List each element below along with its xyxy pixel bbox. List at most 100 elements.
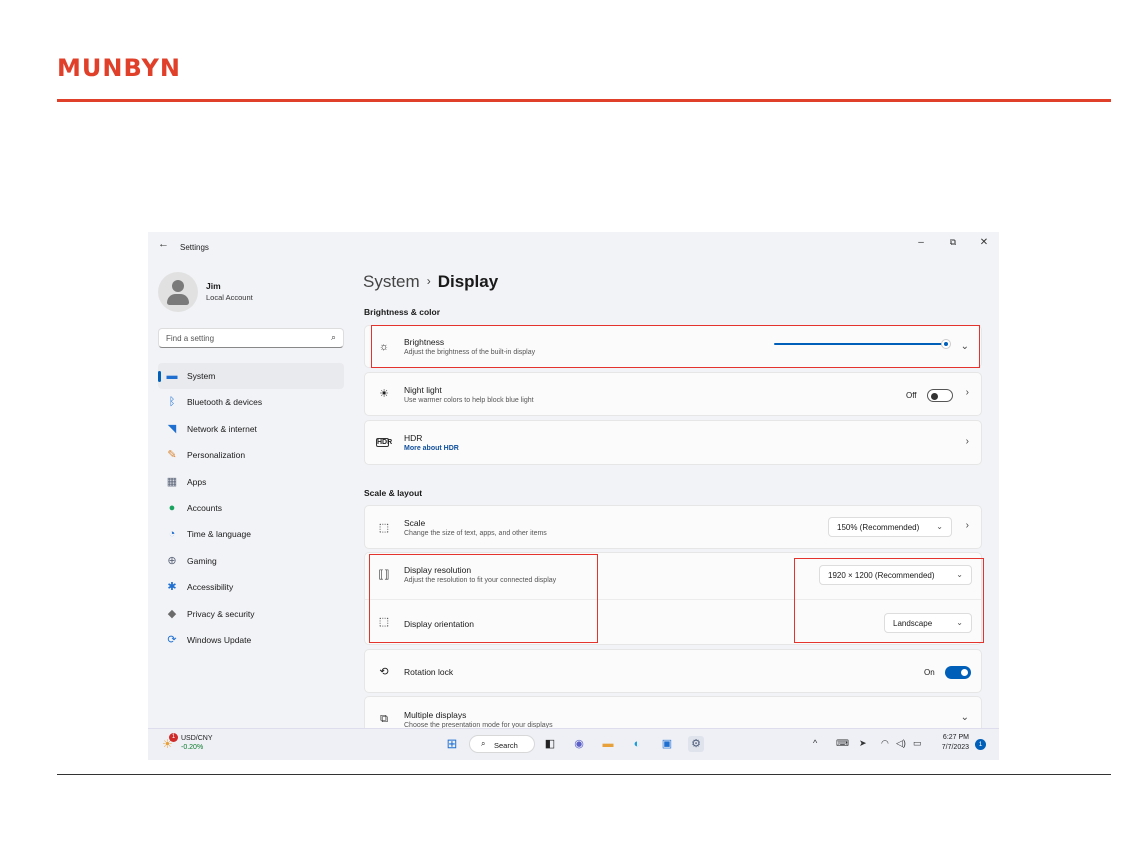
gamepad-icon: ⊕ (167, 554, 177, 567)
sidebar-item-label: Accounts (187, 502, 222, 513)
breadcrumb-separator: › (426, 274, 431, 288)
edge-icon[interactable]: ◐ (629, 736, 645, 752)
settings-screenshot: ← Settings – ⧉ ✕ Jim Local Account Find … (148, 232, 999, 760)
chevron-right-icon[interactable]: › (966, 387, 969, 398)
battery-icon[interactable]: ▭ (913, 738, 922, 749)
brush-icon: ✎ (167, 449, 177, 462)
sidebar-item-label: Windows Update (187, 634, 252, 645)
clock-date[interactable]: 7/7/2023 (927, 744, 969, 751)
taskbar: ☀ 1 USD/CNY -0.20% ⊞ ⌕ Search ◧ ◉ ▬ ◐ ▣ … (148, 728, 999, 760)
widget-ticker[interactable]: USD/CNY (181, 735, 213, 742)
sidebar-item-label: Gaming (187, 555, 217, 566)
more-about-hdr-link[interactable]: More about HDR (404, 445, 459, 452)
section-brightness-color: Brightness & color (364, 307, 441, 317)
sidebar-item-apps[interactable]: ▦ Apps (158, 469, 344, 495)
rotation-lock-toggle[interactable] (945, 666, 971, 679)
orientation-dropdown[interactable]: Landscape ⌄ (884, 613, 972, 633)
sidebar-item-label: Privacy & security (187, 608, 255, 619)
chevron-down-icon: ⌄ (956, 618, 963, 627)
file-explorer-icon[interactable]: ▬ (600, 736, 616, 752)
chevron-down-icon[interactable]: ⌄ (961, 712, 969, 723)
bluetooth-icon: ᛒ (168, 396, 176, 409)
sidebar-item-accessibility[interactable]: ✱ Accessibility (158, 574, 344, 600)
scale-dropdown[interactable]: 150% (Recommended) ⌄ (828, 517, 952, 537)
chevron-right-icon[interactable]: › (966, 520, 969, 531)
sidebar-item-personalization[interactable]: ✎ Personalization (158, 442, 344, 468)
send-icon[interactable]: ➤ (859, 738, 867, 749)
sidebar-item-bluetooth[interactable]: ᛒ Bluetooth & devices (158, 389, 344, 415)
brightness-card: ☼ Brightness Adjust the brightness of th… (364, 325, 982, 368)
arrow-left-icon[interactable]: ← (158, 238, 169, 250)
sidebar-item-windows-update[interactable]: ⟳ Windows Update (158, 627, 344, 653)
sidebar-item-system[interactable]: ▬ System (158, 363, 344, 390)
sidebar-item-label: Personalization (187, 450, 246, 461)
multiple-displays-icon: ⧉ (380, 713, 388, 725)
night-light-toggle[interactable] (927, 389, 953, 402)
settings-app-icon[interactable]: ⚙ (688, 736, 704, 752)
widget-badge: 1 (169, 733, 178, 742)
search-input[interactable]: Find a setting ⌕ (158, 328, 344, 348)
sidebar-item-accounts[interactable]: ● Accounts (158, 495, 344, 521)
resolution-dropdown[interactable]: 1920 × 1200 (Recommended) ⌄ (819, 565, 972, 585)
night-light-state: Off (906, 391, 917, 400)
hdr-card[interactable]: HDR HDR More about HDR › (364, 420, 982, 465)
wifi-icon: ◥ (167, 422, 177, 435)
sidebar-item-label: Time & language (187, 529, 251, 540)
keyboard-icon[interactable]: ⌨ (836, 738, 849, 749)
header-rule (57, 99, 1111, 102)
scale-value: 150% (Recommended) (837, 523, 920, 532)
close-icon[interactable]: ✕ (977, 237, 991, 248)
sidebar-item-network[interactable]: ◥ Network & internet (158, 416, 344, 442)
globe-clock-icon: ◔ (168, 528, 176, 541)
person-icon: ● (168, 501, 176, 514)
night-light-card[interactable]: ☀ Night light Use warmer colors to help … (364, 372, 982, 416)
search-placeholder: Find a setting (166, 334, 215, 343)
chevron-up-icon[interactable]: ^ (813, 738, 817, 748)
sidebar-item-privacy[interactable]: ◆ Privacy & security (158, 601, 344, 627)
start-icon[interactable]: ⊞ (444, 736, 460, 752)
wifi-icon[interactable]: ◠ (881, 738, 889, 749)
account-type: Local Account (206, 293, 253, 302)
sidebar-item-label: Bluetooth & devices (187, 397, 263, 408)
taskbar-search[interactable]: ⌕ Search (469, 735, 535, 753)
widget-change: -0.20% (181, 744, 204, 751)
scale-card: ⬚ Scale Change the size of text, apps, a… (364, 505, 982, 549)
shield-icon: ◆ (167, 607, 177, 620)
volume-icon[interactable]: ◁) (896, 738, 906, 749)
task-view-icon[interactable]: ◧ (542, 736, 558, 752)
minimize-icon[interactable]: – (914, 237, 928, 248)
store-icon[interactable]: ▣ (659, 736, 675, 752)
brightness-slider-track[interactable] (774, 343, 946, 345)
breadcrumb-parent[interactable]: System (363, 272, 420, 291)
slide-page: MUNBYN ← Settings – ⧉ ✕ Jim Local Accoun… (0, 0, 1141, 863)
breadcrumb-current: Display (437, 272, 499, 291)
orientation-title: Display orientation (404, 619, 474, 629)
user-name: Jim (206, 281, 221, 291)
resolution-subtitle: Adjust the resolution to fit your connec… (404, 577, 557, 584)
footer-rule (57, 774, 1111, 775)
chevron-right-icon[interactable]: › (966, 436, 969, 447)
resolution-icon: ⟦⟧ (378, 569, 390, 581)
sidebar-nav: ▬ System ᛒ Bluetooth & devices ◥ Network… (158, 363, 344, 653)
hdr-title: HDR (404, 433, 423, 443)
scale-subtitle: Change the size of text, apps, and other… (404, 530, 547, 537)
taskbar-search-label: Search (494, 741, 518, 750)
section-scale-layout: Scale & layout (364, 488, 423, 498)
app-title: Settings (180, 243, 209, 252)
restore-icon[interactable]: ⧉ (946, 237, 960, 248)
chat-icon[interactable]: ◉ (571, 736, 587, 752)
brightness-slider-thumb[interactable] (941, 339, 951, 349)
multiple-displays-title: Multiple displays (404, 710, 467, 720)
sidebar-item-gaming[interactable]: ⊕ Gaming (158, 548, 344, 574)
chevron-down-icon[interactable]: ⌄ (961, 341, 969, 352)
clock-time[interactable]: 6:27 PM (935, 734, 969, 741)
hdr-icon: HDR (376, 438, 393, 447)
resolution-value: 1920 × 1200 (Recommended) (828, 571, 935, 580)
monitor-icon: ▬ (166, 370, 178, 382)
munbyn-logo: MUNBYN (57, 54, 181, 82)
sidebar-item-label: Network & internet (187, 423, 257, 434)
sidebar-item-time-language[interactable]: ◔ Time & language (158, 521, 344, 547)
night-light-icon: ☀ (379, 388, 389, 400)
rotation-lock-icon: ⟲ (379, 666, 389, 678)
notification-badge[interactable]: 1 (975, 739, 986, 750)
